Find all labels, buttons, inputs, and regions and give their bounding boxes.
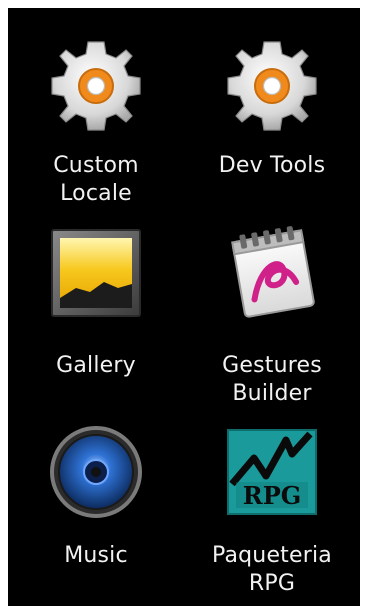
app-label: Music: [64, 543, 128, 568]
app-label: Dev Tools: [218, 153, 326, 178]
gallery-icon: [46, 222, 146, 322]
rpg-icon-text: RPG: [243, 481, 302, 510]
app-custom-locale[interactable]: Custom Locale: [8, 16, 184, 206]
app-dev-tools[interactable]: Dev Tools: [184, 16, 360, 206]
app-gallery[interactable]: Gallery: [8, 206, 184, 396]
gear-icon: [222, 36, 322, 136]
app-label: Gestures Builder: [222, 353, 322, 406]
app-paqueteria-rpg[interactable]: RPG Paqueteria RPG: [184, 406, 360, 596]
app-label: Gallery: [56, 353, 136, 378]
app-grid: Custom Locale Dev Tools Gallery Gestures…: [8, 8, 360, 606]
app-music[interactable]: Music: [8, 406, 184, 596]
music-speaker-icon: [46, 422, 146, 522]
app-gestures-builder[interactable]: Gestures Builder: [184, 206, 360, 406]
app-label: Paqueteria RPG: [211, 543, 332, 596]
gestures-builder-icon: [222, 222, 322, 322]
rpg-icon: RPG: [222, 422, 322, 522]
gear-icon: [46, 36, 146, 136]
launcher-screen: Custom Locale Dev Tools Gallery Gestures…: [8, 8, 360, 606]
app-label: Custom Locale: [53, 153, 139, 206]
